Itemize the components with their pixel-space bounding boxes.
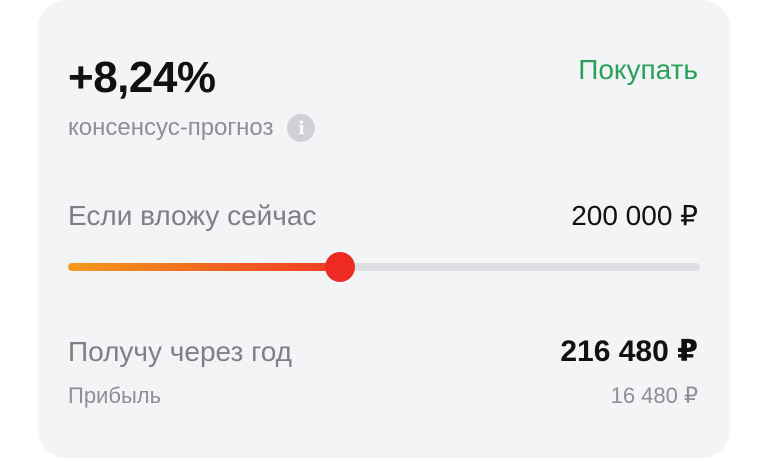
forecast-value: +8,24%: [68, 53, 216, 102]
consensus-row: консенсус-прогноз i: [68, 112, 316, 144]
invest-label: Если вложу сейчас: [68, 200, 317, 231]
buy-recommendation: Покупать: [578, 54, 698, 85]
profit-amount: 16 480 ₽: [610, 383, 698, 408]
profit-label: Прибыль: [68, 383, 162, 408]
slider-thumb[interactable]: [324, 252, 355, 282]
consensus-label: консенсус-прогноз: [68, 114, 274, 141]
receive-label: Получу через год: [68, 336, 292, 367]
slider-fill: [68, 263, 340, 271]
forecast-card: +8,24% Покупать консенсус-прогноз i Если…: [38, 0, 730, 458]
receive-amount: 216 480 ₽: [560, 335, 698, 368]
info-icon[interactable]: i: [287, 114, 316, 142]
invest-amount: 200 000 ₽: [571, 200, 698, 231]
amount-slider[interactable]: [68, 252, 700, 282]
